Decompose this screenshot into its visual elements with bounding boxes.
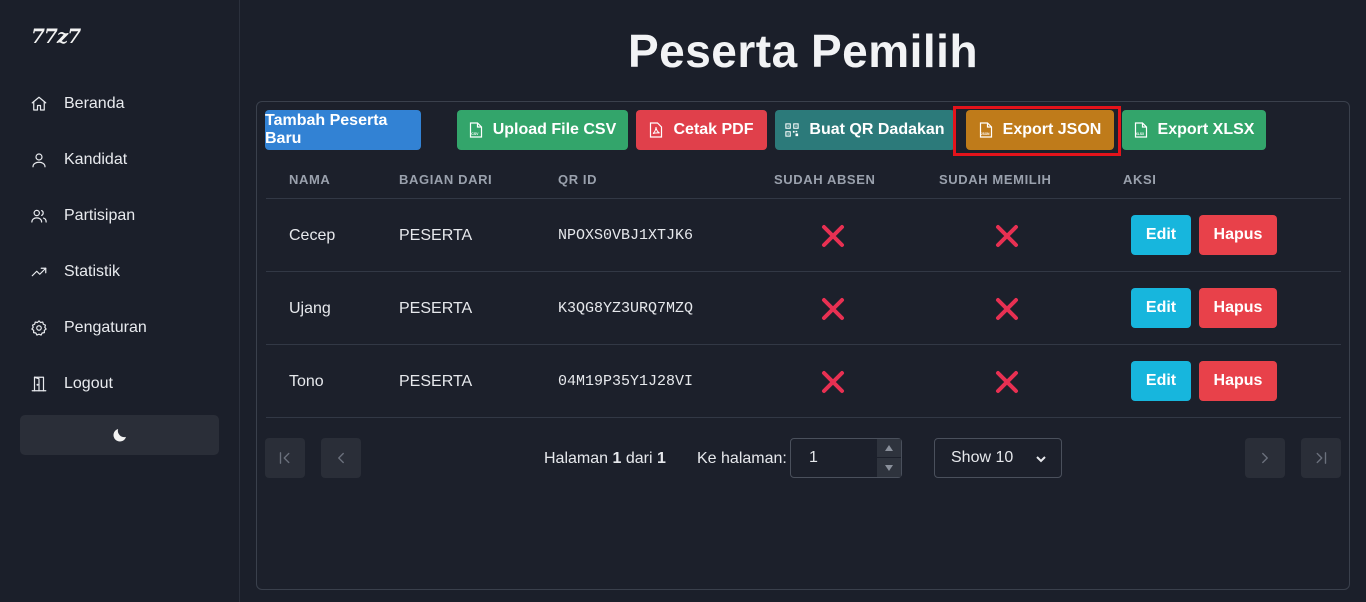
upload-csv-button[interactable]: CSV Upload File CSV — [457, 110, 628, 150]
moon-icon — [112, 429, 126, 442]
divider — [266, 417, 1341, 418]
sidebar-item-label: Statistik — [64, 263, 121, 280]
prev-page-button[interactable] — [321, 438, 361, 478]
export-xlsx-label: Export XLSX — [1157, 121, 1255, 138]
svg-text:CSV: CSV — [471, 132, 479, 136]
row-nama: Cecep — [289, 227, 336, 244]
row-nama: Tono — [289, 373, 324, 390]
x-mark-icon — [822, 298, 844, 320]
first-page-button[interactable] — [265, 438, 305, 478]
column-header-qr-id[interactable]: QR ID — [558, 172, 597, 187]
divider — [266, 271, 1341, 272]
x-mark-icon — [996, 371, 1018, 393]
csv-file-icon: CSV — [469, 122, 482, 138]
x-mark-icon — [996, 298, 1018, 320]
sidebar: 77z7 Beranda Kandidat Partisipan Statist… — [0, 0, 240, 602]
divider — [266, 344, 1341, 345]
column-header-sudah-memilih[interactable]: SUDAH MEMILIH — [939, 172, 1052, 187]
add-participant-label: Tambah Peserta Baru — [265, 112, 388, 147]
qr-code-icon — [785, 123, 800, 137]
upload-csv-label: Upload File CSV — [492, 121, 617, 138]
delete-button[interactable]: Hapus — [1199, 361, 1277, 401]
x-mark-icon — [822, 225, 844, 247]
sidebar-item-label: Beranda — [64, 95, 125, 112]
goto-page-label: Ke halaman: — [697, 450, 787, 467]
xlsx-file-icon: XLSX — [1134, 122, 1147, 138]
row-nama: Ujang — [289, 300, 331, 317]
page-title: Peserta Pemilih — [627, 25, 979, 77]
print-pdf-label: Cetak PDF — [673, 121, 754, 138]
home-icon — [31, 96, 47, 111]
row-qr-id: 04M19P35Y1J28VI — [558, 373, 694, 390]
chevron-left-icon — [338, 452, 344, 464]
row-bagian: PESERTA — [399, 227, 473, 244]
sidebar-item-pengaturan[interactable]: Pengaturan — [30, 314, 147, 342]
users-icon — [31, 209, 47, 223]
chevrons-last-icon — [1316, 452, 1327, 464]
goto-page-field[interactable] — [790, 438, 902, 478]
row-bagian: PESERTA — [399, 373, 473, 390]
row-bagian: PESERTA — [399, 300, 473, 317]
edit-button[interactable]: Edit — [1131, 288, 1191, 328]
chevrons-first-icon — [279, 452, 290, 464]
delete-button[interactable]: Hapus — [1199, 288, 1277, 328]
page-size-value: Show 10 — [951, 449, 1014, 466]
svg-text:XLSX: XLSX — [1135, 132, 1144, 136]
goto-page-input[interactable] — [791, 439, 877, 477]
add-participant-button[interactable]: Tambah Peserta Baru — [265, 110, 421, 150]
page-indicator: Halaman 1 dari 1 — [544, 450, 666, 468]
sidebar-item-label: Partisipan — [64, 207, 136, 224]
edit-button[interactable]: Edit — [1131, 361, 1191, 401]
current-page: 1 — [612, 450, 622, 467]
caret-up-icon — [885, 445, 893, 451]
create-qr-label: Buat QR Dadakan — [809, 121, 945, 138]
next-page-button[interactable] — [1245, 438, 1285, 478]
row-qr-id: K3QG8YZ3URQ7MZQ — [558, 300, 694, 317]
divider — [266, 198, 1341, 199]
theme-toggle-button[interactable] — [20, 415, 219, 455]
print-pdf-button[interactable]: Cetak PDF — [636, 110, 767, 150]
column-header-bagian[interactable]: BAGIAN DARI — [399, 172, 492, 187]
page-prefix: Halaman — [544, 450, 609, 467]
chevron-right-icon — [1262, 452, 1268, 464]
x-mark-icon — [996, 225, 1018, 247]
app-logo[interactable]: 77z7 — [31, 24, 81, 48]
sidebar-item-kandidat[interactable]: Kandidat — [30, 146, 127, 174]
delete-button[interactable]: Hapus — [1199, 215, 1277, 255]
column-header-sudah-absen[interactable]: SUDAH ABSEN — [774, 172, 875, 187]
edit-button[interactable]: Edit — [1131, 215, 1191, 255]
export-xlsx-button[interactable]: XLSX Export XLSX — [1122, 110, 1266, 150]
caret-down-icon — [885, 464, 893, 471]
last-page-button[interactable] — [1301, 438, 1341, 478]
decrement-button[interactable] — [877, 458, 901, 477]
sidebar-item-logout[interactable]: Logout — [30, 370, 113, 398]
user-icon — [32, 153, 46, 168]
create-qr-button[interactable]: Buat QR Dadakan — [775, 110, 955, 150]
column-header-aksi: AKSI — [1123, 172, 1157, 187]
sidebar-item-label: Logout — [64, 375, 113, 392]
sidebar-item-label: Kandidat — [64, 151, 128, 168]
highlight-box — [953, 106, 1121, 156]
x-mark-icon — [822, 371, 844, 393]
chevron-down-icon — [1036, 456, 1046, 463]
page-size-select[interactable]: Show 10 — [934, 438, 1062, 478]
trending-up-icon — [31, 267, 47, 277]
sidebar-item-label: Pengaturan — [64, 319, 147, 336]
row-qr-id: NPOXS0VBJ1XTJK6 — [558, 227, 694, 244]
of-label: dari — [625, 450, 653, 467]
sidebar-item-partisipan[interactable]: Partisipan — [30, 202, 135, 230]
sidebar-item-beranda[interactable]: Beranda — [30, 90, 125, 118]
increment-button[interactable] — [877, 439, 901, 458]
column-header-nama[interactable]: NAMA — [289, 172, 330, 187]
gear-icon — [31, 320, 47, 336]
door-icon — [31, 376, 47, 392]
pdf-file-icon — [650, 122, 663, 138]
sidebar-item-statistik[interactable]: Statistik — [30, 258, 120, 286]
total-pages: 1 — [656, 450, 666, 467]
